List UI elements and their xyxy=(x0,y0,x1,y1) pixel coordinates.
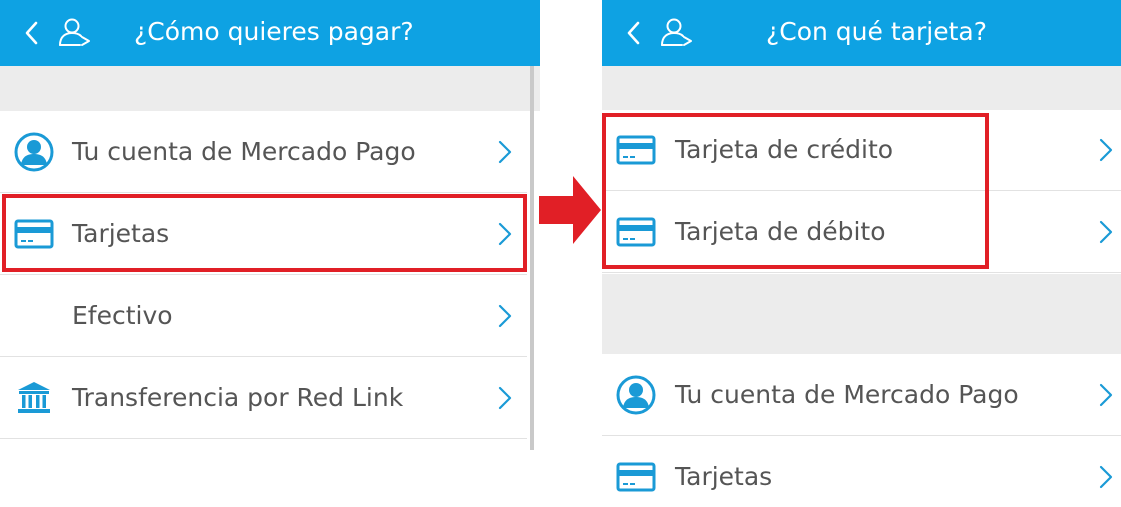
user-profile-icon[interactable] xyxy=(660,17,694,47)
back-arrow-icon[interactable] xyxy=(22,20,42,46)
payment-option-cash[interactable]: Efectivo xyxy=(0,276,527,357)
chevron-right-icon xyxy=(498,386,512,410)
option-label: Tarjetas xyxy=(72,219,170,248)
left-screen: ¿Cómo quieres pagar? Tu cuenta de Mercad… xyxy=(0,0,540,450)
chevron-right-icon xyxy=(498,222,512,246)
red-arrow-icon xyxy=(539,176,601,244)
option-label: Efectivo xyxy=(72,301,173,330)
option-label: Tu cuenta de Mercado Pago xyxy=(72,137,416,166)
card-icon xyxy=(616,217,656,247)
chevron-right-icon xyxy=(1099,138,1113,162)
option-label: Tu cuenta de Mercado Pago xyxy=(675,380,1019,409)
section-spacer xyxy=(0,66,540,111)
option-label: Tarjetas xyxy=(675,462,773,491)
back-arrow-icon[interactable] xyxy=(624,20,644,46)
chevron-right-icon xyxy=(498,140,512,164)
page-title: ¿Con qué tarjeta? xyxy=(766,17,987,46)
header-bar: ¿Con qué tarjeta? xyxy=(602,0,1121,66)
card-icon xyxy=(616,135,656,165)
option-label: Tarjeta de crédito xyxy=(675,135,894,164)
card-option-debit[interactable]: Tarjeta de débito xyxy=(602,192,1121,273)
header-bar: ¿Cómo quieres pagar? xyxy=(0,0,540,66)
chevron-right-icon xyxy=(1099,220,1113,244)
chevron-right-icon xyxy=(498,304,512,328)
payment-option-account[interactable]: Tu cuenta de Mercado Pago xyxy=(0,112,527,193)
chevron-right-icon xyxy=(1099,383,1113,407)
account-circle-icon xyxy=(14,132,54,172)
section-spacer xyxy=(602,66,1121,110)
payment-option-transfer[interactable]: Transferencia por Red Link xyxy=(0,358,527,439)
card-option-credit[interactable]: Tarjeta de crédito xyxy=(602,110,1121,191)
payment-option-account[interactable]: Tu cuenta de Mercado Pago xyxy=(602,355,1121,436)
right-screen: ¿Con qué tarjeta? Tarjeta de crédito Tar… xyxy=(602,0,1121,507)
payment-option-cards[interactable]: Tarjetas xyxy=(602,437,1121,507)
chevron-right-icon xyxy=(1099,465,1113,489)
bank-icon xyxy=(18,382,50,413)
page-title: ¿Cómo quieres pagar? xyxy=(134,17,414,46)
option-label: Tarjeta de débito xyxy=(675,217,886,246)
scrollbar[interactable] xyxy=(530,66,534,450)
card-icon xyxy=(616,462,656,492)
account-circle-icon xyxy=(616,375,656,415)
card-icon xyxy=(14,219,54,249)
payment-option-cards[interactable]: Tarjetas xyxy=(0,194,527,275)
section-spacer xyxy=(602,274,1121,354)
option-label: Transferencia por Red Link xyxy=(72,383,404,412)
user-profile-icon[interactable] xyxy=(58,17,92,47)
